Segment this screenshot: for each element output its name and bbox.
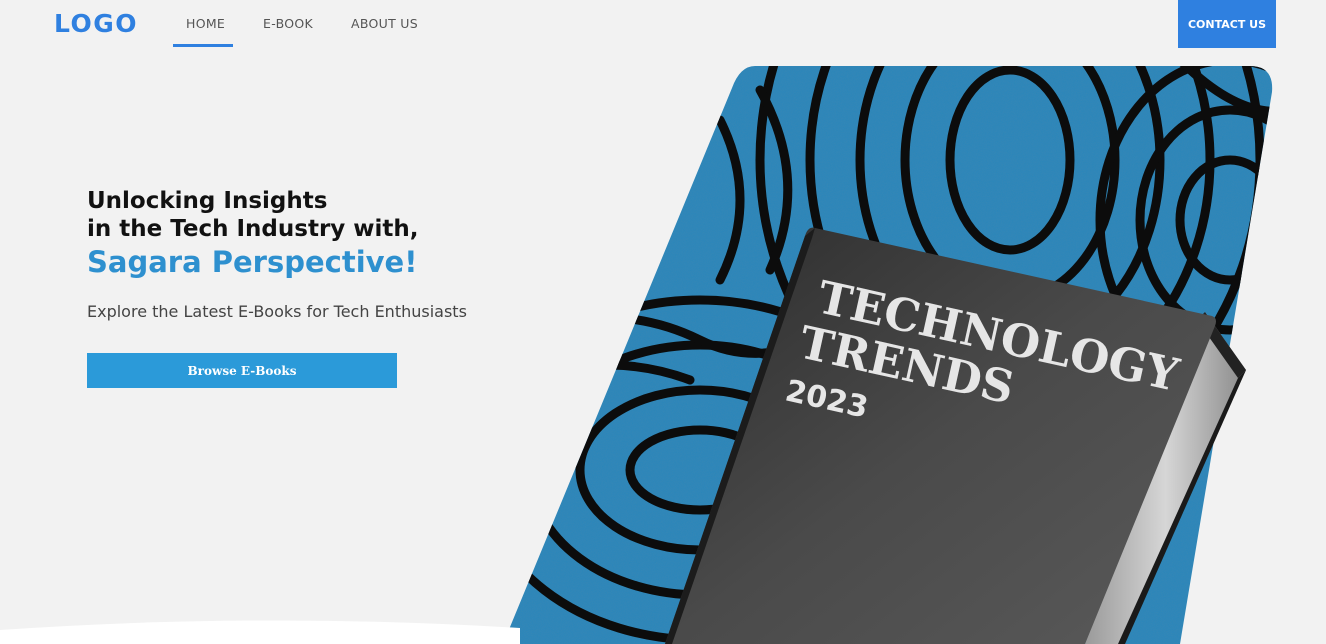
hero-heading-line2: in the Tech Industry with, bbox=[87, 216, 419, 242]
ebook-cover: TECHNOLOGY TRENDS 2023 bbox=[665, 227, 1246, 644]
hero-heading-highlight: Sagara Perspective! bbox=[87, 245, 418, 279]
hero-subtitle: Explore the Latest E-Books for Tech Enth… bbox=[87, 302, 467, 321]
book-title-line2: TRENDS bbox=[795, 316, 1019, 415]
pattern-panel bbox=[503, 66, 1273, 644]
nav-home[interactable]: HOME bbox=[186, 16, 225, 31]
contact-us-button[interactable]: CONTACT US bbox=[1178, 0, 1276, 48]
bottom-wave-decoration bbox=[0, 620, 520, 644]
nav-ebook[interactable]: E-BOOK bbox=[263, 16, 313, 31]
hero-heading-line1: Unlocking Insights bbox=[87, 188, 328, 214]
browse-ebooks-button[interactable]: Browse E-Books bbox=[87, 353, 397, 388]
book-title-line1: TECHNOLOGY bbox=[813, 270, 1184, 402]
nav-about-us[interactable]: ABOUT US bbox=[351, 16, 418, 31]
nav-active-indicator bbox=[173, 44, 233, 47]
logo[interactable]: LOGO bbox=[54, 9, 138, 38]
book-year: 2023 bbox=[782, 374, 871, 426]
hero-illustration: TECHNOLOGY TRENDS 2023 bbox=[503, 66, 1273, 644]
